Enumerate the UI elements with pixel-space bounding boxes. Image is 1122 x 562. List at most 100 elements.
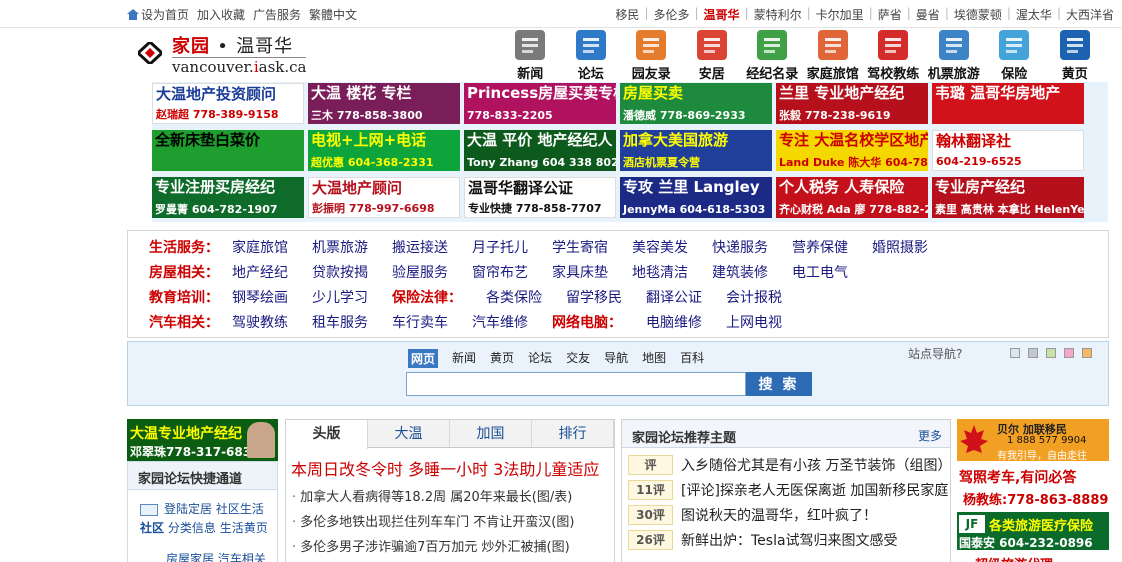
right-ad-insurance[interactable]: JF 各类旅游医疗保险 国泰安 604-232-0896 — [957, 512, 1109, 550]
region-link[interactable]: 蒙特利尔 — [754, 6, 802, 23]
search-tab[interactable]: 新闻 — [452, 349, 476, 368]
nav-item[interactable]: 机票旅游 — [924, 28, 985, 82]
nav-item[interactable]: 驾校教练 — [863, 28, 924, 82]
ad-banner[interactable]: 房屋买卖 潘德威 778-869-2933 — [620, 83, 772, 124]
category-link[interactable]: 地产经纪 — [232, 262, 288, 282]
theme-swatch[interactable] — [1082, 348, 1092, 358]
ad-banner[interactable]: 韦璐 温哥华房地产 — [932, 83, 1084, 124]
news-item[interactable]: 多伦多男子涉诈骗逾7百万加元 炒外汇被捕(图) — [292, 536, 612, 555]
category-link[interactable]: 翻译公证 — [646, 287, 702, 307]
theme-swatch[interactable] — [1064, 348, 1074, 358]
region-link[interactable]: 萨省 — [878, 6, 902, 23]
category-link[interactable]: 搬运接送 — [392, 237, 448, 257]
nav-item[interactable]: 黄页 — [1045, 28, 1106, 82]
category-link[interactable]: 快递服务 — [712, 237, 768, 257]
category-link[interactable]: 留学移民 — [566, 287, 622, 307]
ad-banner[interactable]: 加拿大美国旅游 酒店机票夏令营 — [620, 130, 772, 171]
region-link[interactable]: 卡尔加里 — [816, 6, 864, 23]
quick-link-classifieds[interactable]: 分类信息 — [168, 521, 216, 535]
nav-item[interactable]: 家庭旅馆 — [803, 28, 864, 82]
category-link[interactable]: 营养保健 — [792, 237, 848, 257]
nav-item[interactable]: 园友录 — [621, 28, 682, 82]
category-link[interactable]: 汽车维修 — [472, 312, 528, 332]
ad-banner[interactable]: 温哥华翻译公证 专业快捷 778-858-7707 — [464, 177, 616, 218]
category-link[interactable]: 少儿学习 — [312, 287, 368, 307]
ad-banner[interactable]: 个人税务 人寿保险齐心财税 Ada 廖 778-882-2211 — [776, 177, 928, 218]
region-link[interactable]: 埃德蒙顿 — [954, 6, 1002, 23]
search-tab[interactable]: 论坛 — [528, 349, 552, 368]
nav-item[interactable]: 经纪名录 — [742, 28, 803, 82]
theme-swatch[interactable] — [1028, 348, 1038, 358]
ad-banner[interactable]: 专业房产经纪素里 高贵林 本拿比 HelenYe 604-722-4428 — [932, 177, 1084, 218]
right-ad-driving[interactable]: 驾照考车,有问必答 杨教练:778-863-8889 — [957, 464, 1109, 510]
nav-item[interactable]: 保险 — [984, 28, 1045, 82]
right-ad-travel[interactable]: 超级旅游代理 — [957, 552, 1109, 562]
category-link[interactable]: 家庭旅馆 — [232, 237, 288, 257]
news-tab[interactable]: 头版 — [286, 420, 368, 449]
category-link[interactable]: 电工电气 — [792, 262, 848, 282]
ad-banner[interactable]: 大温 平价 地产经纪人 Tony Zhang 604 338 8028 — [464, 130, 616, 171]
category-link[interactable]: 车行卖车 — [392, 312, 448, 332]
news-tab[interactable]: 大温 — [368, 420, 450, 447]
add-favorite-link[interactable]: 加入收藏 — [197, 6, 245, 23]
category-link[interactable]: 窗帘布艺 — [472, 262, 528, 282]
ad-banner[interactable]: 大温 楼花 专栏 三木 778-858-3800 — [308, 83, 460, 124]
category-link[interactable]: 贷款按揭 — [312, 262, 368, 282]
ad-banner[interactable]: 大温地产投资顾问 赵瑞超 778-389-9158 — [152, 83, 304, 124]
ad-banner[interactable]: Princess房屋买卖专栏 778-833-2205 — [464, 83, 616, 124]
search-tab[interactable]: 地图 — [642, 349, 666, 368]
forum-more-link[interactable]: 更多 — [918, 427, 942, 444]
site-nav-link[interactable]: 站点导航? — [908, 345, 962, 362]
news-headline[interactable]: 本周日改冬令时 多睡一小时 3法助儿童适应 — [291, 456, 615, 480]
theme-swatch[interactable] — [1046, 348, 1056, 358]
category-link[interactable]: 建筑装修 — [712, 262, 768, 282]
region-link[interactable]: 多伦多 — [653, 6, 689, 23]
ad-banner[interactable]: 兰里 专业地产经纪 张毅 778-238-9619 — [776, 83, 928, 124]
ad-banner[interactable]: 专业注册买房经纪 罗曼菁 604-782-1907 — [152, 177, 304, 218]
theme-swatch[interactable] — [1010, 348, 1020, 358]
quick-link-community[interactable]: 社区生活 — [216, 502, 264, 516]
search-tab[interactable]: 交友 — [566, 349, 590, 368]
search-tab[interactable]: 导航 — [604, 349, 628, 368]
news-tab[interactable]: 排行 — [532, 420, 614, 447]
category-link[interactable]: 学生寄宿 — [552, 237, 608, 257]
category-link[interactable]: 美容美发 — [632, 237, 688, 257]
category-link[interactable]: 会计报税 — [726, 287, 782, 307]
nav-item[interactable]: 论坛 — [561, 28, 622, 82]
category-link[interactable]: 家具床垫 — [552, 262, 608, 282]
quick-link-community-bold[interactable]: 社区 — [140, 521, 164, 535]
news-item[interactable]: 加拿大人看病得等18.2周 属20年来最长(图/表) — [292, 486, 612, 505]
ad-banner[interactable]: 全新床垫白菜价 — [152, 130, 304, 171]
category-link[interactable]: 钢琴绘画 — [232, 287, 288, 307]
region-link[interactable]: 温哥华 — [704, 6, 740, 23]
quick-link-settle[interactable]: 登陆定居 — [164, 502, 212, 516]
site-logo[interactable]: 家园 • 温哥华 vancouver.iask.ca — [136, 32, 316, 78]
right-ad-immigration[interactable]: 贝尔 加联移民 1 888 577 9904 有我引导，自由走往 — [957, 419, 1109, 461]
forum-topic-row[interactable]: 评入乡随俗尤其是有小孩 万圣节装饰（组图） — [628, 454, 950, 476]
ad-banner[interactable]: 专攻 兰里 Langley JennyMa 604-618-5303 — [620, 177, 772, 218]
news-tab[interactable]: 加国 — [450, 420, 532, 447]
ad-service-link[interactable]: 广告服务 — [253, 6, 301, 23]
region-link[interactable]: 大西洋省 — [1066, 6, 1114, 23]
nav-item[interactable]: 安居 — [682, 28, 743, 82]
set-homepage-link[interactable]: 设为首页 — [127, 6, 189, 23]
ad-banner[interactable]: 大温地产顾问 彭振明 778-997-6698 — [308, 177, 460, 218]
search-tab[interactable]: 百科 — [680, 349, 704, 368]
region-link[interactable]: 曼省 — [916, 6, 940, 23]
category-link[interactable]: 月子托儿 — [472, 237, 528, 257]
ad-banner[interactable]: 电视+上网+电话 超优惠 604-368-2331 — [308, 130, 460, 171]
search-tab[interactable]: 黄页 — [490, 349, 514, 368]
quick-link-yellowpages[interactable]: 生活黄页 — [220, 521, 268, 535]
search-button[interactable]: 搜 索 — [746, 372, 812, 396]
ad-banner[interactable]: 专注 大温名校学区地产买房 Land Duke 陈大华 604-780-9963 — [776, 130, 928, 171]
ad-banner[interactable]: 翰林翻译社 604-219-6525 — [932, 130, 1084, 171]
forum-topic-row[interactable]: 30评 图说秋天的温哥华，红叶疯了！ — [628, 504, 950, 526]
category-link[interactable]: 验屋服务 — [392, 262, 448, 282]
search-tab[interactable]: 网页 — [408, 349, 439, 368]
category-link[interactable]: 上网电视 — [726, 312, 782, 332]
category-link[interactable]: 婚照摄影 — [872, 237, 928, 257]
region-link[interactable]: 渥太华 — [1016, 6, 1052, 23]
left-ad-banner[interactable]: 大温专业地产经纪 邓翠珠778-317-6839 — [127, 419, 278, 461]
category-link[interactable]: 驾驶教练 — [232, 312, 288, 332]
region-link[interactable]: 移民 — [615, 6, 639, 23]
